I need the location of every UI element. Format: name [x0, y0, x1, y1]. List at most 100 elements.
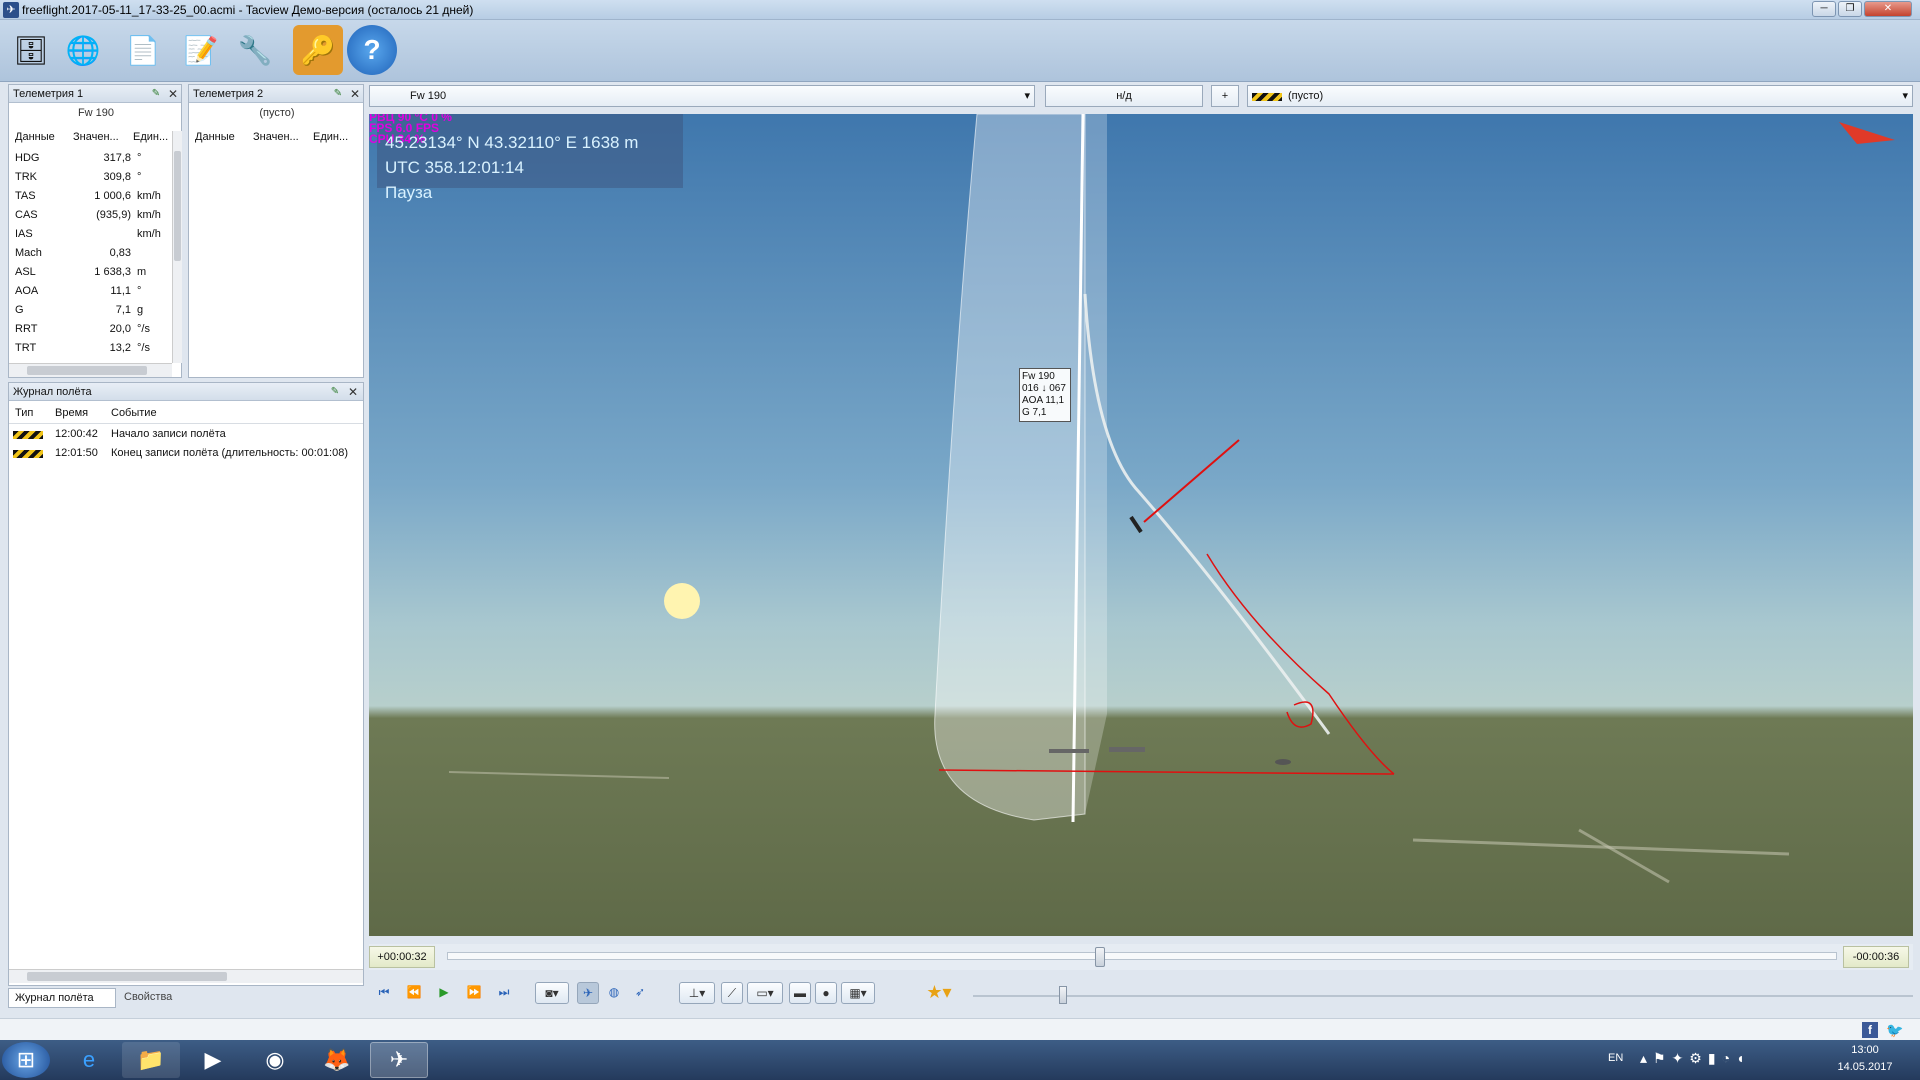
telemetry-value: 20,0 [109, 323, 131, 335]
close-icon[interactable]: ✕ [348, 87, 362, 101]
ground-unit-icon[interactable]: ▬ [789, 982, 811, 1004]
3d-viewport[interactable]: РВЦ 90 °С 0 % FPS 6.0 FPS CPU 34 % 45.23… [369, 114, 1913, 936]
timeline-track[interactable] [447, 952, 1837, 960]
telemetry-unit: ° [137, 285, 142, 297]
secondary-object-select[interactable]: (пусто) ▾ [1247, 85, 1913, 107]
telemetry-value: 317,8 [103, 152, 131, 164]
labels-icon[interactable]: ▦▾ [841, 982, 875, 1004]
clock-time[interactable]: 13:00 [1830, 1044, 1900, 1056]
table-row[interactable]: HDG 317,8 ° [9, 149, 173, 168]
aircraft-view-icon[interactable]: ✈ [577, 982, 599, 1004]
language-indicator[interactable]: EN [1608, 1052, 1623, 1064]
ie-icon[interactable]: e [60, 1042, 118, 1078]
col-time-header[interactable]: Время [55, 407, 88, 419]
tray-icons[interactable]: ▴⚑✦⚙▮◔◖ [1640, 1050, 1750, 1067]
ruler-icon[interactable]: ▭▾ [747, 982, 783, 1004]
list-item[interactable]: 12:01:50 Конец записи полёта (длительнос… [9, 444, 363, 463]
table-row[interactable]: IAS km/h [9, 225, 173, 244]
speed-slider-track[interactable] [973, 995, 1913, 997]
col-value-header[interactable]: Значен... [73, 131, 119, 143]
table-row[interactable]: CAS (935,9) km/h [9, 206, 173, 225]
documents-icon[interactable]: 📄 [118, 25, 168, 75]
window-title: freeflight.2017-05-11_17-33-25_00.acmi -… [22, 3, 474, 17]
flight-log-panel: Журнал полёта ✎ ✕ Тип Время Событие 12:0… [8, 382, 364, 986]
tacview-icon[interactable]: ✈ [370, 1042, 428, 1078]
terrain-icon[interactable]: ● [815, 982, 837, 1004]
table-row[interactable]: TRT 13,2 °/s [9, 339, 173, 358]
tab-properties[interactable]: Свойства [118, 988, 198, 1008]
relation-button[interactable]: н/д [1045, 85, 1203, 107]
missile-icon[interactable]: ➶ [629, 982, 651, 1004]
clock-date[interactable]: 14.05.2017 [1830, 1061, 1900, 1073]
table-row[interactable]: Mach 0,83 [9, 244, 173, 263]
maximize-button[interactable]: ❐ [1838, 1, 1862, 17]
table-row[interactable]: AOA 11,1 ° [9, 282, 173, 301]
runway-mark [448, 771, 670, 779]
annotation-curve [1206, 553, 1395, 775]
pin-icon[interactable]: ✎ [332, 88, 344, 100]
timeline-thumb[interactable] [1095, 947, 1106, 967]
object-label[interactable]: Fw 190 016 ↓ 067 AOA 11,1 G 7,1 [1019, 368, 1071, 422]
telemetry-name: IAS [15, 228, 33, 240]
facebook-icon[interactable]: f [1862, 1022, 1878, 1038]
pin-icon[interactable]: ✎ [329, 386, 341, 398]
camera-mode-icon[interactable]: ◙▾ [535, 982, 569, 1004]
star-bookmark-icon[interactable]: ★▾ [921, 982, 957, 1004]
hud-utc-time: UTC 358.12:01:14 [385, 158, 524, 177]
telemetry-2-title: Телеметрия 2 [193, 88, 264, 100]
chrome-icon[interactable]: ◉ [246, 1042, 304, 1078]
table-row[interactable]: RRT 20,0 °/s [9, 320, 173, 339]
start-orb-icon[interactable]: ⊞ [2, 1042, 50, 1078]
close-button[interactable]: ✕ [1864, 1, 1912, 17]
playback-toolbar: ⏮ ⏪ ▶ ⏩ ⏭ ◙▾ ✈ ◍ ➶ ⊥▾ ⟋ ▭▾ ▬ ● ▦▾ ★▾ [369, 982, 1913, 1010]
table-row[interactable]: ASL 1 638,3 m [9, 263, 173, 282]
col-unit-header[interactable]: Един... [133, 131, 168, 143]
skip-start-icon[interactable]: ⏮ [373, 982, 395, 1004]
play-icon[interactable]: ▶ [433, 982, 455, 1004]
close-icon[interactable]: ✕ [346, 385, 360, 399]
altitude-line-icon[interactable]: ⊥▾ [679, 982, 715, 1004]
col-name-header[interactable]: Данные [15, 131, 55, 143]
close-icon[interactable]: ✕ [166, 87, 180, 101]
database-icon[interactable]: 🗄 [6, 25, 56, 75]
flight-path [1083, 293, 1331, 735]
telemetry-name: AOA [15, 285, 39, 297]
key-icon[interactable]: 🔑 [293, 25, 343, 75]
primary-object-select[interactable]: Fw 190 ▾ [369, 85, 1035, 107]
list-item[interactable]: 12:00:42 Начало записи полёта [9, 425, 363, 444]
horizontal-scrollbar[interactable] [9, 363, 172, 377]
edit-document-icon[interactable]: 📝 [176, 25, 226, 75]
log-time: 12:00:42 [55, 428, 98, 440]
firefox-icon[interactable]: 🦊 [308, 1042, 366, 1078]
explorer-icon[interactable]: 📁 [122, 1042, 180, 1078]
window-titlebar[interactable]: ✈ freeflight.2017-05-11_17-33-25_00.acmi… [0, 0, 1920, 20]
main-toolbar: 🗄 🌐 📄 📝 🔧 🔑 ? [0, 20, 1920, 82]
col-type-header[interactable]: Тип [15, 407, 33, 419]
runway-mark [1578, 828, 1670, 884]
rewind-icon[interactable]: ⏪ [403, 982, 425, 1004]
help-icon[interactable]: ? [347, 25, 397, 75]
twitter-icon[interactable]: 🐦 [1886, 1022, 1903, 1038]
col-value-header[interactable]: Значен... [253, 131, 299, 143]
col-name-header[interactable]: Данные [195, 131, 235, 143]
skip-end-icon[interactable]: ⏭ [493, 982, 515, 1004]
pin-icon[interactable]: ✎ [150, 88, 162, 100]
minimize-button[interactable]: ─ [1812, 1, 1836, 17]
telemetry-name: ASL [15, 266, 36, 278]
globe-network-icon[interactable]: 🌐 [58, 25, 108, 75]
horizontal-scrollbar[interactable] [9, 969, 363, 983]
tools-icon[interactable]: 🔧 [230, 25, 280, 75]
fast-forward-icon[interactable]: ⏩ [463, 982, 485, 1004]
media-player-icon[interactable]: ▶ [184, 1042, 242, 1078]
table-row[interactable]: TAS 1 000,6 km/h [9, 187, 173, 206]
speed-slider-thumb[interactable] [1059, 986, 1067, 1004]
measure-icon[interactable]: ⟋ [721, 982, 743, 1004]
vertical-scrollbar[interactable] [172, 131, 182, 363]
add-object-button[interactable]: + [1211, 85, 1239, 107]
col-unit-header[interactable]: Един... [313, 131, 348, 143]
table-row[interactable]: G 7,1 g [9, 301, 173, 320]
table-row[interactable]: TRK 309,8 ° [9, 168, 173, 187]
tab-flight-log[interactable]: Журнал полёта [8, 988, 116, 1008]
col-event-header[interactable]: Событие [111, 407, 157, 419]
globe-view-icon[interactable]: ◍ [603, 982, 625, 1004]
